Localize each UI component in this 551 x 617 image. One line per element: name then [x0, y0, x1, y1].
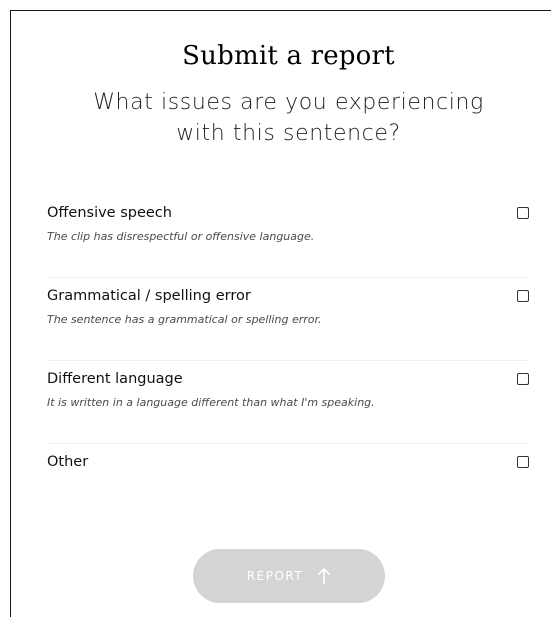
dialog-subtitle: What issues are you experiencing with th… — [11, 87, 551, 149]
report-dialog: Submit a report What issues are you expe… — [10, 10, 551, 617]
arrow-up-icon — [318, 567, 331, 584]
other-checkbox[interactable] — [517, 456, 529, 468]
offensive-speech-checkbox[interactable] — [517, 207, 529, 219]
dialog-subtitle-line-2: with this sentence? — [176, 121, 401, 146]
option-label: Other — [47, 454, 89, 470]
option-label: Grammatical / spelling error — [47, 288, 251, 304]
option-offensive-speech[interactable]: Offensive speech The clip has disrespect… — [47, 195, 529, 278]
report-button-label: REPORT — [246, 569, 304, 583]
dialog-subtitle-line-1: What issues are you experiencing — [93, 90, 484, 115]
option-different-language[interactable]: Different language It is written in a la… — [47, 361, 529, 444]
grammatical-error-checkbox[interactable] — [517, 290, 529, 302]
option-description: The clip has disrespectful or offensive … — [47, 230, 315, 243]
option-other[interactable]: Other — [47, 444, 529, 527]
option-grammatical-error[interactable]: Grammatical / spelling error The sentenc… — [47, 278, 529, 361]
option-description: It is written in a language different th… — [47, 396, 375, 409]
option-description: The sentence has a grammatical or spelli… — [47, 313, 322, 326]
report-options-list: Offensive speech The clip has disrespect… — [47, 195, 529, 527]
different-language-checkbox[interactable] — [517, 373, 529, 385]
report-button[interactable]: REPORT — [193, 549, 385, 603]
option-label: Offensive speech — [47, 205, 172, 221]
dialog-title: Submit a report — [182, 41, 395, 71]
option-label: Different language — [47, 371, 183, 387]
